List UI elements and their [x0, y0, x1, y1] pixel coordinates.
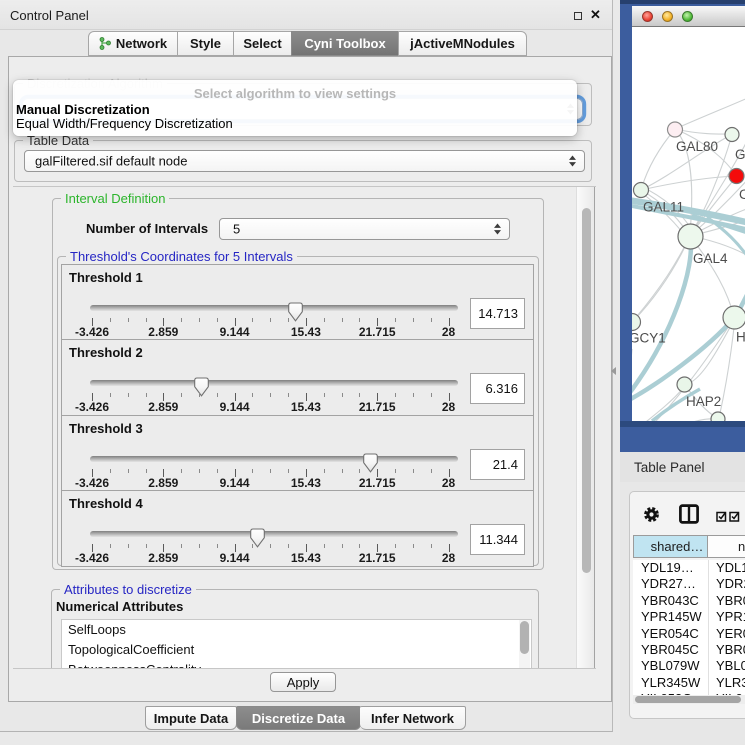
svg-text:GCY1: GCY1 — [632, 331, 666, 346]
svg-text:GA: GA — [735, 147, 745, 162]
svg-text:HI: HI — [736, 330, 745, 345]
svg-text:GAL11: GAL11 — [643, 200, 684, 215]
svg-text:HAP2: HAP2 — [686, 394, 721, 409]
svg-text:GAL80: GAL80 — [676, 139, 718, 154]
svg-text:GAL4: GAL4 — [693, 251, 728, 266]
svg-text:C: C — [739, 187, 745, 202]
